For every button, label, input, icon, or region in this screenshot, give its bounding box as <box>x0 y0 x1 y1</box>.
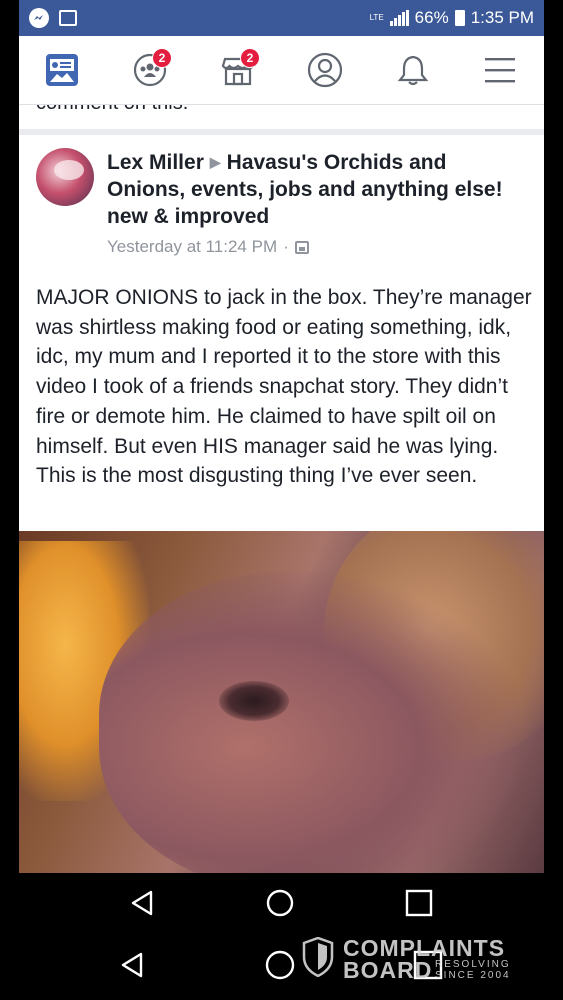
profile-icon <box>307 52 343 88</box>
nav-news-feed[interactable] <box>42 50 82 90</box>
news-feed: comment on this. Lex Miller▶Havasu's Orc… <box>19 105 544 873</box>
feed-post: Lex Miller ▶ Havasu's Orchids and Onions, … <box>19 135 544 873</box>
home-icon <box>265 950 295 980</box>
status-bar: LTE 66% 1:35 PM <box>19 0 544 36</box>
nav-marketplace[interactable]: 2 <box>218 48 260 90</box>
post-header: Lex Miller ▶ Havasu's Orchids and Onions, … <box>107 149 527 230</box>
android-nav-bar <box>0 873 563 933</box>
bell-icon <box>397 55 429 86</box>
author-name[interactable]: Lex Miller <box>107 151 204 174</box>
network-type: LTE <box>369 13 384 22</box>
video-face-region <box>99 571 519 873</box>
audience-group-icon <box>294 240 309 254</box>
clock: 1:35 PM <box>470 8 534 27</box>
home-button-secondary[interactable] <box>265 950 295 980</box>
recents-icon <box>405 889 433 917</box>
battery-percent: 66% <box>414 8 449 27</box>
news-feed-icon <box>46 54 78 86</box>
complaints-board-watermark: COMPLAINTS BOARD RESOLVING SINCE 2004 <box>302 935 522 985</box>
meta-separator: · <box>283 237 289 256</box>
previous-post-fragment: comment on this. <box>19 105 544 129</box>
author-avatar[interactable] <box>36 148 94 206</box>
back-button-secondary[interactable] <box>117 950 147 980</box>
groups-badge: 2 <box>152 48 172 68</box>
gallery-notification-icon <box>59 10 77 26</box>
nav-groups[interactable]: 2 <box>130 48 172 90</box>
messenger-icon <box>29 8 49 28</box>
nav-notifications[interactable] <box>393 50 433 90</box>
signal-icon <box>389 10 409 26</box>
watermark-tag2: SINCE 2004 <box>435 970 511 981</box>
previous-post-text: comment on this. <box>36 105 188 115</box>
battery-icon <box>454 10 465 26</box>
post-body: MAJOR ONIONS to jack in the box. They’re… <box>36 286 532 488</box>
post-video[interactable] <box>19 531 544 873</box>
back-button[interactable] <box>127 888 157 918</box>
watermark-tag1: RESOLVING <box>435 959 511 970</box>
hamburger-menu-icon <box>485 58 515 83</box>
recents-button[interactable] <box>404 888 434 918</box>
facebook-app-screen: LTE 66% 1:35 PM 2 2 Lex Miller ▶ Havasu'… <box>19 0 544 873</box>
watermark-line2: BOARD <box>343 957 433 983</box>
post-timestamp[interactable]: Yesterday at 11:24 PM <box>107 237 277 257</box>
post-meta: Yesterday at 11:24 PM · <box>107 237 309 257</box>
back-icon <box>121 952 143 978</box>
nav-profile[interactable] <box>305 50 345 90</box>
marketplace-badge: 2 <box>240 48 260 68</box>
video-eye-region <box>219 681 289 721</box>
home-icon <box>266 889 294 917</box>
back-icon <box>131 890 153 916</box>
home-button[interactable] <box>265 888 295 918</box>
shared-to-arrow-icon: ▶ <box>209 154 221 170</box>
shield-logo-icon <box>302 937 334 977</box>
top-nav-bar: 2 2 <box>19 36 544 105</box>
nav-menu[interactable] <box>480 50 520 90</box>
